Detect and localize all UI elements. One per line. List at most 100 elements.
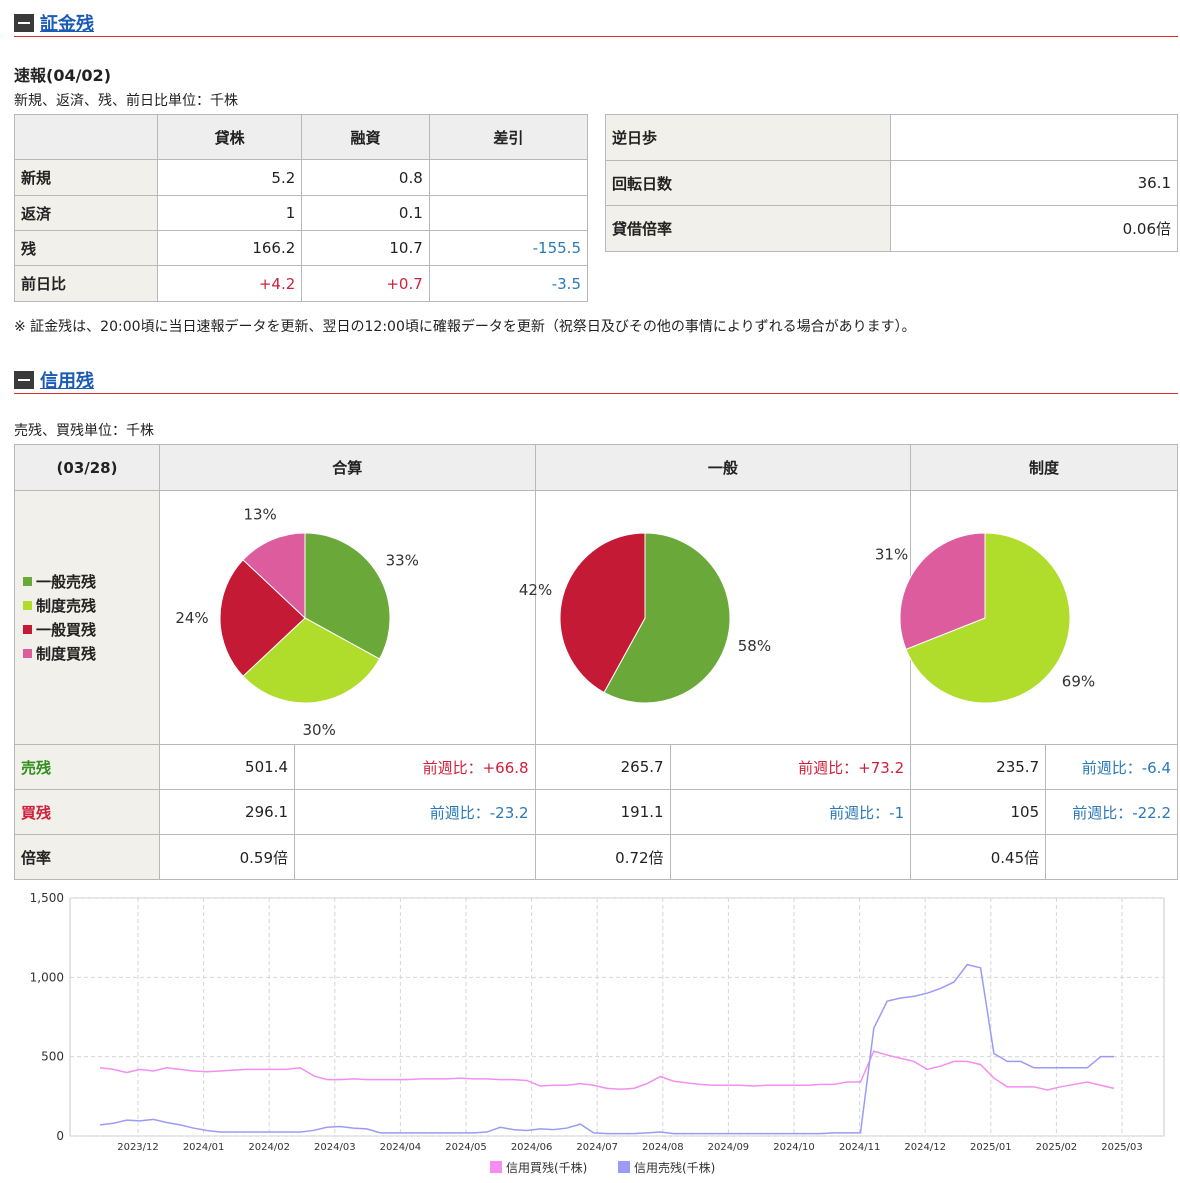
- line-chart-area: 0 500 1,000 1,500 2023/12 2024/01 2024/02 2024/…: [14, 884, 1178, 1180]
- cell: 1: [156, 195, 303, 231]
- col-seido: 制度: [910, 444, 1178, 491]
- bai-value: 0.45倍: [910, 834, 1047, 880]
- legend-label: 信用買残(千株): [506, 1160, 587, 1175]
- y-tick-label: 0: [56, 1129, 64, 1143]
- uri-change: 前週比：-6.4: [1045, 744, 1178, 790]
- x-tick-label: 2025/01: [970, 1142, 1012, 1153]
- cell: 0.8: [301, 159, 430, 196]
- x-tick-label: 2024/01: [183, 1142, 225, 1153]
- side-value: [890, 114, 1178, 161]
- col-gousan: 合算: [159, 444, 536, 491]
- x-tick-label: 2024/02: [248, 1142, 290, 1153]
- side-label: 貸借倍率: [605, 205, 891, 252]
- uri-value: 235.7: [910, 744, 1047, 790]
- kai-label: 買残: [14, 789, 160, 835]
- x-tick-label: 2025/03: [1101, 1142, 1143, 1153]
- shoukin-unit-note: 新規、返済、残、前日比単位：千株: [14, 93, 238, 109]
- kai-change: 前週比：-22.2: [1045, 789, 1178, 835]
- cell: 10.7: [301, 230, 430, 266]
- pie-label: 42%: [519, 581, 552, 599]
- bai-label: 倍率: [14, 834, 160, 880]
- cell: -3.5: [428, 265, 589, 302]
- col-diff: 差引: [428, 114, 589, 160]
- shoukin-note: ※ 証金残は、20:00頃に当日速報データを更新、翌日の12:00頃に確報データ…: [14, 319, 916, 335]
- kai-value: 105: [910, 789, 1047, 835]
- pie-label: 31%: [875, 545, 908, 563]
- row-label: 返済: [14, 195, 158, 231]
- legend-swatch: [490, 1161, 502, 1173]
- x-tick-label: 2024/05: [445, 1142, 487, 1153]
- y-tick-label: 1,500: [30, 891, 64, 905]
- uri-change: 前週比：+66.8: [294, 744, 536, 790]
- cell: 166.2: [156, 230, 303, 266]
- x-tick-label: 2024/04: [380, 1142, 422, 1153]
- cell: [428, 159, 589, 196]
- section-title-link[interactable]: 証金残: [40, 10, 94, 36]
- pie-chart-ippan: 58% 42%: [519, 532, 771, 704]
- pie-chart-seido: 69% 31%: [875, 532, 1095, 704]
- legend-label: 信用売残(千株): [634, 1160, 715, 1175]
- legend-ippan-kai: 一般買残: [23, 618, 153, 642]
- x-tick-label: 2024/03: [314, 1142, 356, 1153]
- pie-label: 58%: [738, 637, 771, 655]
- collapse-icon[interactable]: [14, 371, 34, 389]
- collapse-icon[interactable]: [14, 14, 34, 32]
- side-label: 回転日数: [605, 160, 891, 206]
- side-label: 逆日歩: [605, 114, 891, 161]
- x-tick-label: 2024/11: [839, 1142, 881, 1153]
- section-title-link[interactable]: 信用残: [40, 367, 94, 393]
- row-label: 残: [14, 230, 158, 266]
- legend-ippan-uri: 一般売残: [23, 570, 153, 594]
- cell: 0.1: [301, 195, 430, 231]
- cell: +4.2: [156, 265, 303, 302]
- row-label: 前日比: [14, 265, 158, 302]
- col-finance: 融資: [301, 114, 430, 160]
- cell: [428, 195, 589, 231]
- x-tick-label: 2023/12: [117, 1142, 159, 1153]
- x-tick-label: 2024/12: [904, 1142, 946, 1153]
- legend-swatch: [618, 1161, 630, 1173]
- kai-change: 前週比：-23.2: [294, 789, 536, 835]
- x-tick-label: 2024/08: [642, 1142, 684, 1153]
- empty-cell: [1045, 834, 1178, 880]
- x-tick-label: 2024/09: [708, 1142, 750, 1153]
- x-tick-label: 2024/06: [511, 1142, 553, 1153]
- empty-cell: [669, 834, 912, 880]
- cell: 5.2: [156, 159, 303, 196]
- pie-label: 30%: [302, 721, 335, 739]
- kai-value: 296.1: [159, 789, 295, 835]
- pie-chart-gousan: 33% 30% 24% 13%: [175, 505, 419, 739]
- kai-change: 前週比：-1: [669, 789, 912, 835]
- kai-value: 191.1: [534, 789, 671, 835]
- empty-cell: [294, 834, 536, 880]
- shoukin-table: 貸株 融資 差引 新規 5.2 0.8 返済 1 0.1 残 166.2 10.…: [14, 114, 589, 302]
- section-header-shinyou: 信用残: [14, 363, 1178, 394]
- legend-seido-uri: 制度売残: [23, 594, 153, 618]
- x-tick-label: 2024/07: [576, 1142, 618, 1153]
- pie-label: 33%: [386, 551, 419, 569]
- legend-cell: 一般売残 制度売残 一般買残 制度買残: [14, 490, 160, 745]
- side-value: 0.06倍: [890, 205, 1178, 252]
- shoukin-heading: 速報(04/02): [14, 66, 112, 85]
- uri-change: 前週比：+73.2: [669, 744, 912, 790]
- bai-value: 0.72倍: [534, 834, 671, 880]
- uri-value: 501.4: [159, 744, 295, 790]
- pie-label: 24%: [175, 609, 208, 627]
- y-tick-label: 500: [41, 1050, 64, 1064]
- corner-cell: [14, 114, 158, 160]
- x-tick-label: 2025/02: [1036, 1142, 1078, 1153]
- bai-value: 0.59倍: [159, 834, 295, 880]
- plot-frame: [69, 897, 1165, 1137]
- pie-label: 69%: [1062, 673, 1095, 691]
- side-value: 36.1: [890, 160, 1178, 206]
- cell: +0.7: [301, 265, 430, 302]
- shinyou-unit-note: 売残、買残単位：千株: [14, 423, 154, 439]
- section-header-shoukin: 証金残: [14, 6, 1178, 37]
- shoukin-side-table: 逆日歩 回転日数 36.1 貸借倍率 0.06倍: [605, 114, 1178, 252]
- uri-label: 売残: [14, 744, 160, 790]
- pie-label: 13%: [243, 505, 276, 523]
- col-ippan: 一般: [534, 444, 912, 491]
- line-chart: 0 500 1,000 1,500 2023/12 2024/01 2024/02 2024/…: [30, 891, 1165, 1175]
- col-lend: 貸株: [156, 114, 303, 160]
- uri-value: 265.7: [534, 744, 671, 790]
